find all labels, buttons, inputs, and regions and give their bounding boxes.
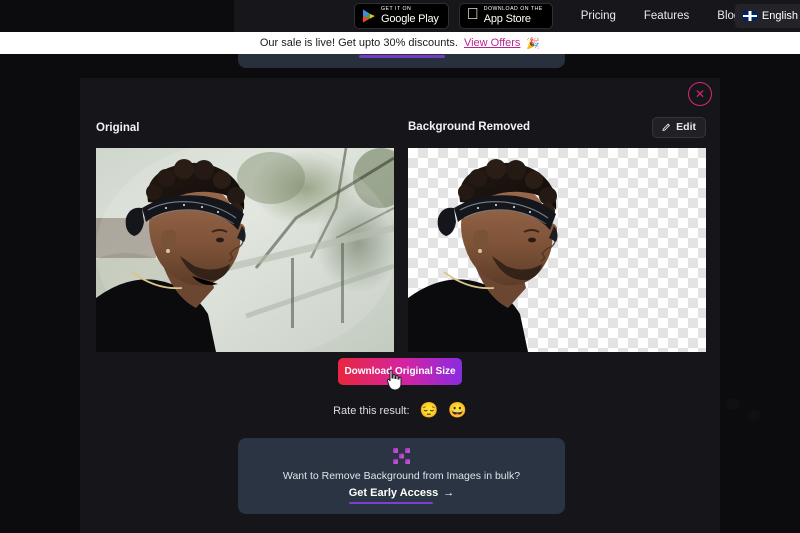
sale-banner: Our sale is live! Get upto 30% discounts… [0, 32, 800, 54]
background-removed-image[interactable] [408, 148, 706, 352]
nav-link-pricing[interactable]: Pricing [581, 10, 616, 22]
image-pair [96, 148, 706, 352]
unsatisfied-emoji[interactable]: 😔 [420, 403, 439, 418]
satisfied-emoji[interactable]: 😀 [448, 403, 467, 418]
google-play-badge[interactable]: GET IT ON Google Play [354, 3, 449, 29]
view-offers-link[interactable]: View Offers [464, 37, 520, 49]
app-store-badge-small-label: Download on the [471, 6, 543, 13]
party-popper-icon: 🎉 [526, 37, 541, 50]
language-selector[interactable]: English [734, 4, 800, 28]
download-row: Download Original Size [80, 358, 720, 391]
close-icon[interactable]: ✕ [688, 82, 712, 106]
ghost-cta-underline [358, 55, 445, 58]
rate-result-label: Rate this result: [333, 404, 410, 417]
get-early-access-label: Get Early Access [348, 487, 439, 499]
pencil-icon [662, 123, 671, 132]
panel-headers: Original Background Removed Edit [96, 116, 706, 138]
result-modal: ✕ Original Background Removed Edit Downl… [80, 78, 720, 533]
nav-link-features[interactable]: Features [644, 10, 689, 22]
sale-banner-text: Our sale is live! Get upto 30% discounts… [259, 37, 458, 49]
get-early-access-link[interactable]: Get Early Access → [348, 487, 455, 504]
google-play-icon [362, 9, 376, 24]
cta-underline [348, 501, 433, 504]
bulk-promo-text: Want to Remove Background from Images in… [282, 470, 521, 482]
edit-button-label: Edit [676, 121, 696, 133]
original-image[interactable] [96, 148, 394, 352]
arrow-right-icon: → [443, 487, 455, 499]
bulk-logo-icon [392, 447, 412, 465]
original-label: Original [96, 122, 140, 134]
image-comparison-panels: Original Background Removed Edit [96, 116, 706, 352]
download-original-size-button[interactable]: Download Original Size [338, 358, 462, 391]
app-store-badge-label: App Store [471, 12, 531, 25]
language-label: English [761, 10, 798, 22]
download-button-label: Download Original Size [344, 366, 456, 377]
edit-button[interactable]: Edit [652, 116, 706, 138]
apple-icon:  [467, 7, 479, 23]
google-play-badge-small-label: GET IT ON [381, 6, 412, 13]
rate-result-row: Rate this result: 😔 😀 [80, 403, 720, 418]
bulk-promo-card: Want to Remove Background from Images in… [238, 438, 565, 514]
google-play-badge-label: Google Play [381, 12, 439, 25]
top-navigation-bar: GET IT ON Google Play  Download on the … [234, 0, 800, 32]
app-store-badge[interactable]:  Download on the App Store [458, 3, 553, 29]
uk-flag-icon [742, 11, 757, 21]
background-removed-label: Background Removed [408, 121, 531, 133]
